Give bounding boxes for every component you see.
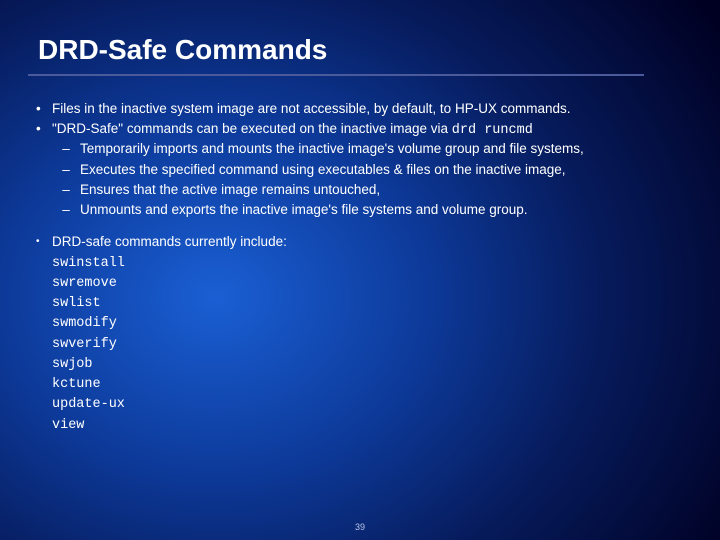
bullet-3-text: DRD-safe commands currently include: bbox=[52, 233, 690, 251]
bullet-2-text: "DRD-Safe" commands can be executed on t… bbox=[52, 121, 452, 136]
command-item: swverify bbox=[52, 335, 690, 355]
dash-icon: – bbox=[52, 161, 80, 179]
sub-bullet-4: – Unmounts and exports the inactive imag… bbox=[52, 201, 690, 219]
page-number: 39 bbox=[0, 522, 720, 532]
bullet-1: • Files in the inactive system image are… bbox=[36, 100, 690, 118]
bullet-2: • "DRD-Safe" commands can be executed on… bbox=[36, 120, 690, 221]
command-item: swjob bbox=[52, 355, 690, 375]
sub-bullet-2-text: Executes the specified command using exe… bbox=[80, 161, 690, 179]
command-item: kctune bbox=[52, 375, 690, 395]
bullet-2-body: "DRD-Safe" commands can be executed on t… bbox=[52, 120, 690, 221]
command-list: swinstall swremove swlist swmodify swver… bbox=[36, 254, 690, 436]
bullet-1-text: Files in the inactive system image are n… bbox=[52, 100, 690, 118]
sub-bullet-1: – Temporarily imports and mounts the ina… bbox=[52, 140, 690, 158]
command-item: swremove bbox=[52, 274, 690, 294]
command-item: swinstall bbox=[52, 254, 690, 274]
bullet-3: • DRD-safe commands currently include: bbox=[36, 233, 690, 251]
dash-icon: – bbox=[52, 140, 80, 158]
command-item: swmodify bbox=[52, 314, 690, 334]
slide-content: • Files in the inactive system image are… bbox=[36, 100, 690, 436]
bullet-2-code: drd runcmd bbox=[452, 123, 533, 138]
dash-icon: – bbox=[52, 201, 80, 219]
command-item: swlist bbox=[52, 294, 690, 314]
sub-bullet-2: – Executes the specified command using e… bbox=[52, 161, 690, 179]
title-box: DRD-Safe Commands bbox=[28, 30, 644, 76]
bullet-dot-icon: • bbox=[36, 120, 52, 221]
sub-bullet-3: – Ensures that the active image remains … bbox=[52, 181, 690, 199]
command-item: view bbox=[52, 416, 690, 436]
sub-bullet-4-text: Unmounts and exports the inactive image'… bbox=[80, 201, 690, 219]
sub-bullet-1-text: Temporarily imports and mounts the inact… bbox=[80, 140, 690, 158]
command-item: update-ux bbox=[52, 395, 690, 415]
bullet-dot-icon: • bbox=[36, 100, 52, 118]
dash-icon: – bbox=[52, 181, 80, 199]
sub-bullet-3-text: Ensures that the active image remains un… bbox=[80, 181, 690, 199]
slide-title: DRD-Safe Commands bbox=[38, 34, 634, 66]
bullet-dot-icon: • bbox=[36, 233, 52, 251]
